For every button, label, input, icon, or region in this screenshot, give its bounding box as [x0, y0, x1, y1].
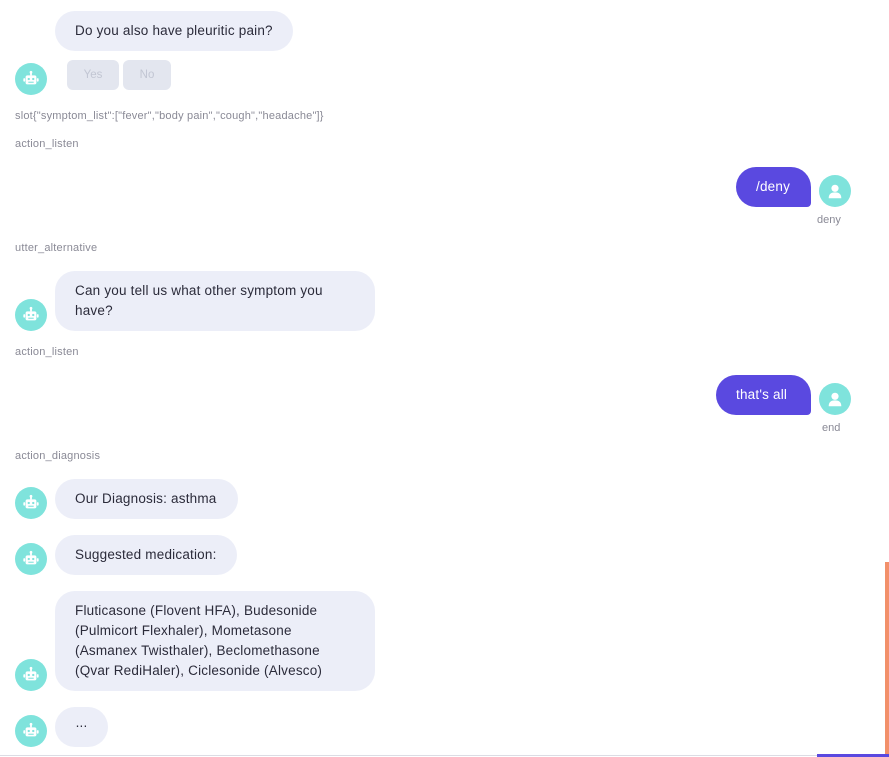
bot-message-suggested: Suggested medication:	[55, 535, 237, 575]
bot-message-text: Can you tell us what other symptom you h…	[75, 283, 323, 318]
user-icon	[828, 392, 842, 407]
user-intent-label: end	[822, 422, 841, 434]
bot-avatar	[15, 63, 47, 95]
bot-message-text: Do you also have pleuritic pain?	[75, 23, 273, 38]
yes-button-label: Yes	[83, 69, 103, 81]
bot-avatar	[15, 299, 47, 331]
typing-indicator: ...	[55, 707, 108, 747]
bot-message-pleuritic: Do you also have pleuritic pain?	[55, 11, 293, 51]
yes-button[interactable]: Yes	[67, 60, 119, 90]
robot-icon	[23, 666, 39, 681]
scrollbar-thumb[interactable]	[885, 562, 889, 757]
robot-icon	[23, 494, 39, 509]
bot-message-text: Suggested medication:	[75, 547, 217, 562]
bot-avatar	[15, 543, 47, 575]
robot-icon	[23, 306, 39, 321]
bot-message-medications: Fluticasone (Flovent HFA), Budesonide (P…	[55, 591, 375, 691]
action-label: action_listen	[15, 138, 79, 150]
input-divider	[0, 755, 889, 756]
bot-message-text: Fluticasone (Flovent HFA), Budesonide (P…	[75, 603, 323, 678]
user-intent-label: deny	[817, 214, 841, 226]
bot-avatar	[15, 715, 47, 747]
robot-icon	[23, 722, 39, 737]
bot-message-other-symptom: Can you tell us what other symptom you h…	[55, 271, 375, 331]
bot-message-diagnosis: Our Diagnosis: asthma	[55, 479, 238, 519]
robot-icon	[23, 550, 39, 565]
action-label: action_diagnosis	[15, 450, 101, 462]
bot-avatar	[15, 659, 47, 691]
action-label: action_listen	[15, 346, 79, 358]
user-icon	[828, 184, 842, 199]
typing-dots: ...	[75, 715, 88, 730]
user-message-thats-all: that's all	[716, 375, 811, 415]
user-avatar	[819, 175, 851, 207]
user-avatar	[819, 383, 851, 415]
user-message-text: /deny	[756, 179, 791, 194]
bot-avatar	[15, 487, 47, 519]
no-button[interactable]: No	[123, 60, 171, 90]
action-label: utter_alternative	[15, 242, 98, 254]
user-message-text: that's all	[736, 387, 788, 402]
user-message-deny: /deny	[736, 167, 811, 207]
robot-icon	[23, 70, 39, 85]
slot-event: slot{"symptom_list":["fever","body pain"…	[15, 110, 324, 122]
bot-message-text: Our Diagnosis: asthma	[75, 491, 217, 506]
no-button-label: No	[139, 69, 155, 81]
